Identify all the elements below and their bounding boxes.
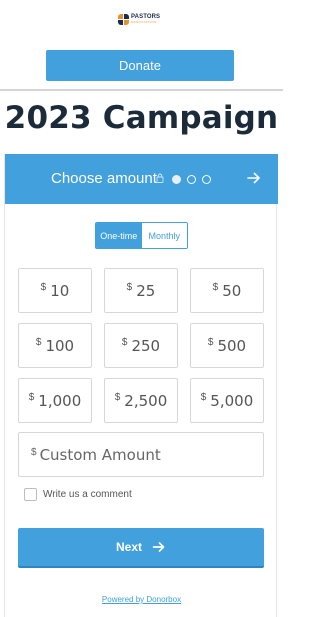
step-indicator-2 (187, 175, 196, 184)
amount-option-1000[interactable]: $ 1,000 (18, 378, 92, 423)
currency-symbol: $ (31, 447, 37, 458)
site-header: PASTORS ASSOCIATION Donate (0, 0, 283, 89)
logo-mark-icon (118, 13, 129, 25)
currency-symbol: $ (212, 282, 219, 293)
amount-value: 250 (131, 336, 161, 355)
form-step-header: Choose amount (5, 154, 278, 204)
donation-form: Choose amount One-time Monthly $ 10 $ 25… (4, 154, 278, 617)
step-indicator-3 (202, 175, 211, 184)
frequency-toggle: One-time Monthly (95, 222, 188, 249)
currency-symbol: $ (28, 392, 35, 403)
currency-symbol: $ (40, 282, 47, 293)
currency-symbol: $ (126, 282, 133, 293)
amount-value: 50 (222, 281, 242, 300)
arrow-right-icon (152, 542, 165, 552)
amount-value: 25 (136, 281, 156, 300)
next-button[interactable]: Next (18, 528, 264, 568)
comment-label[interactable]: Write us a comment (43, 489, 132, 500)
currency-symbol: $ (35, 337, 42, 348)
amount-value: 10 (50, 281, 70, 300)
monthly-option[interactable]: Monthly (141, 223, 187, 248)
amount-value: 5,000 (210, 391, 254, 410)
amount-value: 1,000 (38, 391, 82, 410)
amount-option-10[interactable]: $ 10 (18, 268, 92, 313)
amount-value: 2,500 (124, 391, 168, 410)
amount-option-500[interactable]: $ 500 (190, 323, 264, 368)
lock-icon (156, 173, 164, 183)
pastors-logo[interactable]: PASTORS ASSOCIATION (118, 12, 160, 26)
amount-value: 100 (45, 336, 75, 355)
powered-by-link[interactable]: Powered by Donorbox (5, 595, 278, 604)
one-time-option[interactable]: One-time (96, 223, 142, 248)
currency-symbol: $ (200, 392, 207, 403)
currency-symbol: $ (114, 392, 121, 403)
custom-amount-placeholder: Custom Amount (39, 445, 161, 464)
amount-option-25[interactable]: $ 25 (104, 268, 178, 313)
amount-option-100[interactable]: $ 100 (18, 323, 92, 368)
amount-option-250[interactable]: $ 250 (104, 323, 178, 368)
next-button-label: Next (115, 540, 142, 554)
comment-option: Write us a comment (24, 488, 132, 501)
step-indicator-1 (172, 175, 181, 184)
campaign-title: 2023 Campaign (4, 100, 279, 136)
amount-option-5000[interactable]: $ 5,000 (190, 378, 264, 423)
comment-checkbox[interactable] (24, 488, 37, 501)
currency-symbol: $ (121, 337, 128, 348)
amount-option-2500[interactable]: $ 2,500 (104, 378, 178, 423)
header-divider (0, 89, 283, 91)
logo-text: PASTORS ASSOCIATION (131, 14, 161, 24)
amount-option-50[interactable]: $ 50 (190, 268, 264, 313)
donate-button[interactable]: Donate (46, 50, 234, 81)
arrow-right-icon[interactable] (246, 170, 262, 186)
custom-amount-input[interactable]: $ Custom Amount (18, 432, 264, 477)
amount-value: 500 (217, 336, 247, 355)
step-label: Choose amount (51, 170, 157, 187)
currency-symbol: $ (207, 337, 214, 348)
